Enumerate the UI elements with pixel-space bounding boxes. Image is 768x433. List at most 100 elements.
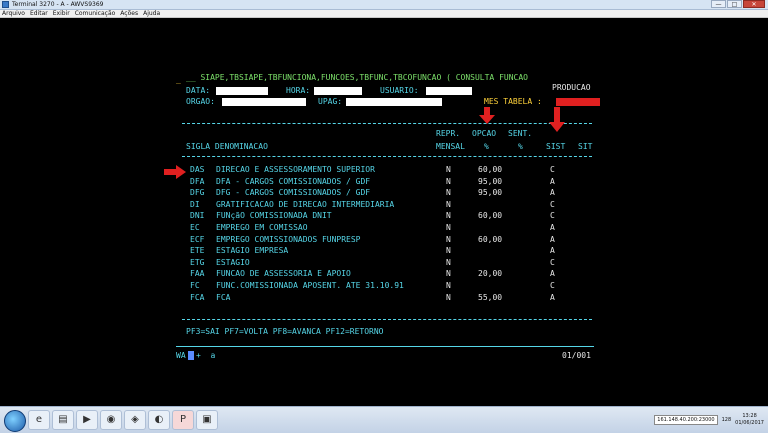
col-opcao-top: OPCAO (472, 129, 497, 138)
row-sigla: DNI (190, 211, 205, 221)
row-sist: A (550, 176, 555, 186)
usuario-label: USUARIO: (380, 86, 419, 95)
col-sit: SIT (578, 142, 593, 151)
command-prefix: WA (176, 351, 186, 360)
row-opcao: 60,00 (478, 211, 503, 221)
mes-tabela-label: MES TABELA : (484, 97, 542, 106)
connection-ip: 161.148.40.200:23000 (654, 415, 718, 425)
col-repr-mensal: MENSAL (436, 142, 465, 151)
data-value-field (216, 87, 268, 95)
row-sist: A (550, 223, 555, 232)
media-player-icon[interactable]: ▶ (76, 410, 98, 430)
upag-value-field (346, 98, 442, 106)
menu-bar: Arquivo Editar Exibir Comunicação Ações … (0, 10, 768, 18)
col-sigla-denominacao: SIGLA DENOMINACAO (186, 142, 268, 151)
row-denominacao: FUNçãO COMISSIONADA DNIT (216, 211, 332, 221)
terminal-screen[interactable]: _ __ SIAPE,TBSIAPE,TBFUNCIONA,FUNCOES,TB… (0, 19, 768, 406)
row-denominacao: FCA (216, 292, 231, 302)
row-sigla: ECF (190, 234, 205, 244)
row-sist: A (550, 234, 555, 244)
row-denominacao: FUNCAO DE ASSESSORIA E APOIO (216, 269, 351, 279)
row-denominacao: FUNC.COMISSIONADA APOSENT. ATE 31.10.91 (216, 281, 404, 290)
row-repr: N (446, 223, 451, 232)
col-sent-top: SENT. (508, 129, 533, 138)
row-opcao: 20,00 (478, 269, 503, 279)
mes-tabela-value-redacted (556, 98, 600, 106)
row-denominacao: ESTAGIO (216, 257, 250, 267)
menu-arquivo[interactable]: Arquivo (2, 10, 25, 17)
row-sigla: DFA (190, 176, 205, 186)
col-sist: SIST (546, 142, 566, 151)
separator-line (182, 319, 592, 320)
window-title: Terminal 3270 - A - AWVS9369 (12, 1, 104, 8)
row-sigla: FCA (190, 292, 205, 302)
screen-title: __ SIAPE,TBSIAPE,TBFUNCIONA,FUNCOES,TBFU… (186, 73, 528, 82)
row-denominacao: DFG - CARGOS COMISSIONADOS / GDF (216, 188, 371, 198)
row-repr: N (446, 292, 451, 302)
row-sist: C (550, 281, 555, 290)
row-sigla: EC (190, 223, 200, 232)
row-repr: N (446, 199, 451, 209)
hora-value-field (314, 87, 362, 95)
opcao-arrow-icon (479, 107, 495, 124)
row-sigla: ETG (190, 257, 205, 267)
close-button[interactable]: ✕ (743, 0, 765, 8)
row-sist: A (550, 292, 555, 302)
row-opcao: 60,00 (478, 234, 503, 244)
clock-time: 13:28 (742, 413, 757, 419)
row-repr: N (446, 211, 451, 221)
row-sigla: DFG (190, 188, 205, 198)
clock[interactable]: 13:28 01/06/2017 (735, 413, 764, 427)
row-repr: N (446, 176, 451, 186)
sist-arrow-icon (549, 107, 565, 132)
explorer-icon[interactable]: ▤ (52, 410, 74, 430)
separator-line (176, 346, 594, 347)
menu-comunicacao[interactable]: Comunicação (75, 10, 116, 17)
data-label: DATA: (186, 86, 211, 95)
row-repr: N (446, 281, 451, 290)
das-row-arrow-icon (164, 165, 186, 179)
row-denominacao: ESTAGIO EMPRESA (216, 246, 289, 256)
firefox-icon[interactable]: ◐ (148, 410, 170, 430)
row-sist: C (550, 199, 555, 209)
clock-date: 01/06/2017 (735, 420, 764, 426)
row-repr: N (446, 246, 451, 256)
command-input[interactable]: + a (196, 351, 215, 361)
terminal-app-icon (2, 1, 9, 8)
row-sist: A (550, 269, 555, 279)
row-sigla: DAS (190, 165, 205, 174)
system-tray: 161.148.40.200:23000 128 13:28 01/06/201… (654, 409, 764, 431)
powerpoint-icon[interactable]: P (172, 410, 194, 430)
row-sist: C (550, 165, 555, 174)
taskbar: e ▤ ▶ ◉ ◈ ◐ P ▣ 161.148.40.200:23000 128… (0, 406, 768, 433)
app-icon[interactable]: ◈ (124, 410, 146, 430)
row-sist: A (550, 246, 555, 256)
menu-editar[interactable]: Editar (30, 10, 48, 17)
row-denominacao: EMPREGO EM COMISSAO (216, 223, 308, 232)
environment-label: PRODUCAO (552, 83, 591, 92)
menu-exibir[interactable]: Exibir (53, 10, 70, 17)
orgao-value-field (222, 98, 306, 106)
separator-line (182, 123, 592, 124)
col-sent-pct: % (518, 142, 523, 151)
minimize-button[interactable]: — (711, 0, 726, 8)
chrome-icon[interactable]: ◉ (100, 410, 122, 430)
tray-extra: 128 (721, 417, 732, 423)
separator-line (182, 156, 592, 157)
col-opcao-pct: % (484, 142, 489, 151)
ie-icon[interactable]: e (28, 410, 50, 430)
title-bar: Terminal 3270 - A - AWVS9369 — □ ✕ (0, 0, 768, 10)
start-button[interactable] (4, 410, 26, 432)
page-indicator: 01/001 (562, 351, 591, 360)
row-sigla: ETE (190, 246, 205, 256)
row-opcao: 95,00 (478, 176, 503, 186)
menu-acoes[interactable]: Ações (120, 10, 138, 17)
menu-ajuda[interactable]: Ajuda (143, 10, 160, 17)
terminal-taskbar-icon[interactable]: ▣ (196, 410, 218, 430)
row-opcao: 60,00 (478, 165, 503, 174)
row-opcao: 95,00 (478, 188, 503, 198)
maximize-button[interactable]: □ (727, 0, 742, 8)
orgao-label: ORGAO: (186, 97, 215, 106)
row-sigla: FAA (190, 269, 205, 279)
pf-key-legend: PF3=SAI PF7=VOLTA PF8=AVANCA PF12=RETORN… (186, 327, 384, 336)
